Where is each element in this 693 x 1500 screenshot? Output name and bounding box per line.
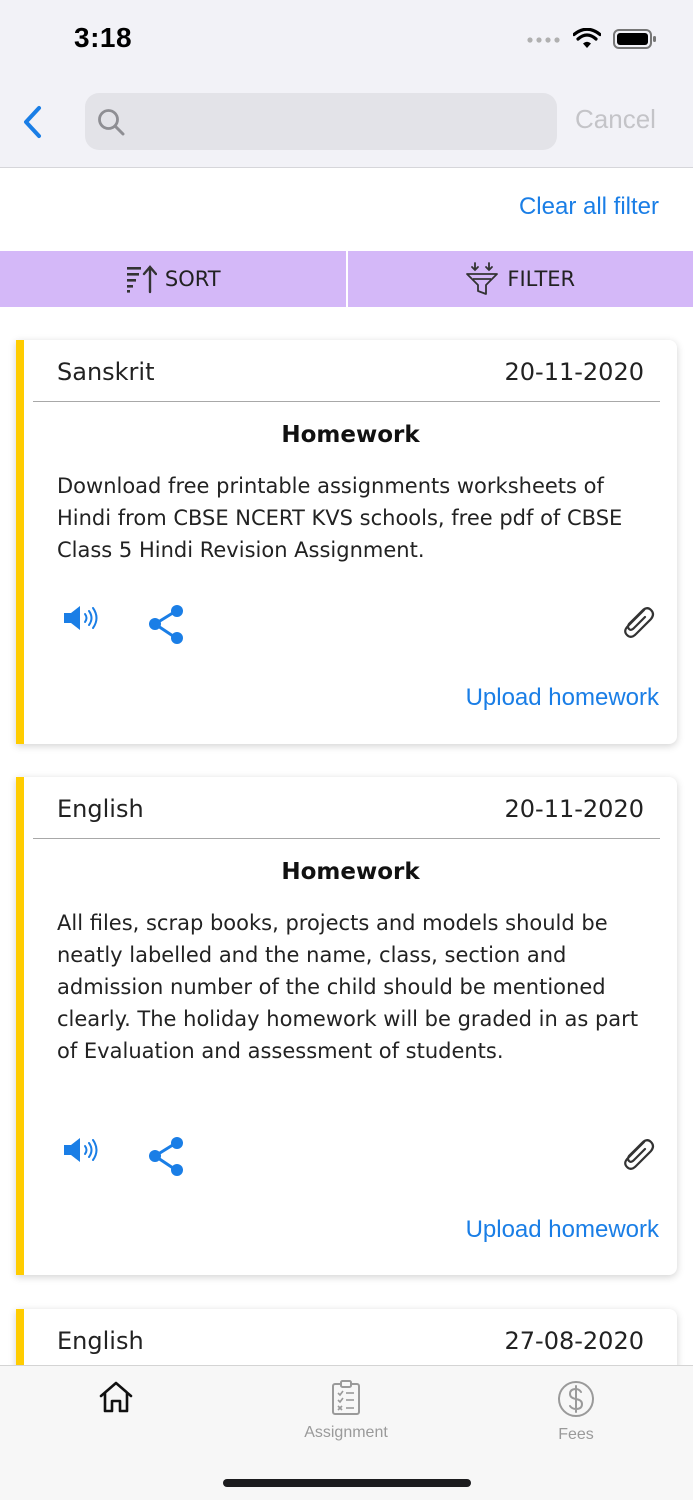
chevron-left-icon: [24, 106, 41, 138]
wifi-icon: [573, 28, 601, 48]
share-icon[interactable]: [146, 603, 190, 647]
tab-label: Assignment: [304, 1424, 388, 1441]
tab-assignment[interactable]: Assignment: [266, 1380, 426, 1442]
home-icon: [99, 1381, 133, 1413]
sort-button[interactable]: SORT: [0, 251, 346, 307]
card-description: All files, scrap books, projects and mod…: [57, 911, 639, 1063]
search-icon: [98, 108, 125, 135]
status-time: 3:18: [74, 22, 133, 53]
homework-card: Sanskrit 20-11-2020 Homework Download fr…: [16, 340, 677, 744]
share-icon[interactable]: [146, 1135, 190, 1179]
sort-icon: [126, 265, 157, 294]
card-type: Homework: [281, 422, 420, 448]
nav-bar: Cancel: [0, 82, 693, 168]
tab-home[interactable]: [36, 1380, 196, 1422]
clear-all-filter-button[interactable]: Clear all filter: [519, 193, 659, 221]
clipboard-icon: [332, 1380, 360, 1415]
filter-button[interactable]: FILTER: [347, 251, 693, 307]
filter-icon: [466, 262, 499, 295]
battery-icon: [613, 29, 656, 49]
sort-label: SORT: [164, 267, 221, 291]
homework-card: English 27-08-2020: [16, 1309, 677, 1365]
home-indicator: [223, 1479, 471, 1487]
card-type: Homework: [281, 859, 420, 885]
speaker-icon[interactable]: [62, 1135, 102, 1165]
card-actions: [24, 1135, 677, 1181]
upload-homework-button[interactable]: Upload homework: [466, 1216, 659, 1244]
tab-fees[interactable]: Fees: [496, 1380, 656, 1444]
search-input[interactable]: [135, 108, 535, 135]
card-date: 20-11-2020: [504, 358, 644, 386]
card-header: English 20-11-2020: [33, 777, 660, 839]
card-actions: [24, 603, 677, 649]
attachment-icon[interactable]: [617, 603, 657, 643]
upload-homework-button[interactable]: Upload homework: [466, 684, 659, 712]
card-header: Sanskrit 20-11-2020: [33, 340, 660, 402]
homework-list: Sanskrit 20-11-2020 Homework Download fr…: [0, 307, 693, 1365]
card-description: Download free printable assignments work…: [57, 474, 623, 562]
filter-label: FILTER: [507, 267, 576, 291]
search-bar[interactable]: [85, 93, 557, 150]
sort-filter-toolbar: SORT FILTER: [0, 251, 693, 307]
card-header: English 27-08-2020: [33, 1309, 660, 1365]
signal-icon: [527, 37, 560, 43]
card-subject: English: [57, 1327, 144, 1355]
card-subject: Sanskrit: [57, 358, 155, 386]
status-bar: 3:18: [0, 0, 693, 82]
speaker-icon[interactable]: [62, 603, 102, 633]
attachment-icon[interactable]: [617, 1135, 657, 1175]
dollar-icon: [558, 1381, 594, 1417]
back-button[interactable]: [14, 102, 50, 142]
card-subject: English: [57, 795, 144, 823]
status-icons: [527, 28, 657, 50]
card-date: 27-08-2020: [504, 1327, 644, 1355]
card-date: 20-11-2020: [504, 795, 644, 823]
homework-card: English 20-11-2020 Homework All files, s…: [16, 777, 677, 1275]
cancel-button[interactable]: Cancel: [575, 104, 656, 135]
tab-label: Fees: [558, 1426, 594, 1443]
